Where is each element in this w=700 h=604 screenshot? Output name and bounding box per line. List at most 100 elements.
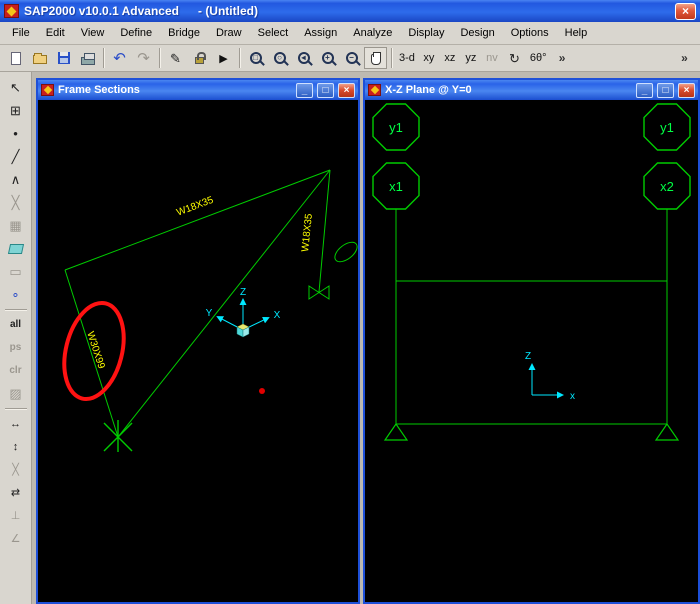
rubber-band-zoom-button[interactable]: □	[244, 47, 267, 69]
pan-button[interactable]	[364, 47, 387, 69]
view-xy-button[interactable]: xy	[419, 47, 439, 69]
lock-model-button[interactable]	[188, 47, 211, 69]
right-member-label: W18X35	[300, 213, 315, 253]
snap-vertical-button[interactable]: ↕	[4, 435, 28, 458]
zoom-window-icon: □	[249, 52, 262, 64]
zoom-previous-icon: ◂	[297, 52, 310, 64]
close-icon: ×	[343, 84, 350, 96]
assign-pattern-button[interactable]: ▨	[4, 382, 28, 405]
left-member-label: W30X99	[84, 330, 106, 370]
node-tag-ellipse	[334, 241, 358, 263]
toolbar-overflow-button-right[interactable]: »	[673, 47, 696, 69]
frame-sections-window[interactable]: Frame Sections _ □ × W18X35 W18X35 W30X9…	[36, 78, 360, 604]
save-button[interactable]	[52, 47, 75, 69]
view-3d-button[interactable]: 3-d	[396, 47, 418, 69]
open-file-button[interactable]	[28, 47, 51, 69]
xz-plane-window[interactable]: X-Z Plane @ Y=0 _ □ × y1 x1 y1 x2 Z x	[363, 78, 700, 604]
close-window-button[interactable]: ×	[678, 82, 695, 98]
previous-zoom-button[interactable]: ◂	[292, 47, 315, 69]
rubber-band-select-button[interactable]: ⊞	[4, 99, 28, 122]
close-window-button[interactable]: ×	[338, 82, 355, 98]
grid-lines	[395, 209, 668, 281]
view-xz-button[interactable]: xz	[440, 47, 460, 69]
menu-analyze[interactable]: Analyze	[345, 24, 400, 42]
maximize-button[interactable]: □	[317, 82, 334, 98]
perspective-button[interactable]: 6θ°	[527, 47, 550, 69]
menu-design[interactable]: Design	[452, 24, 502, 42]
previous-selection-button[interactable]: ps	[4, 336, 28, 359]
menu-file[interactable]: File	[4, 24, 38, 42]
redo-button[interactable]: ↷	[132, 47, 155, 69]
undo-button[interactable]: ↶	[108, 47, 131, 69]
select-window-icon: ⊞	[10, 102, 21, 118]
menu-display[interactable]: Display	[400, 24, 452, 42]
v-arrows-icon: ↕	[12, 440, 19, 453]
view-yz-button[interactable]: yz	[461, 47, 481, 69]
draw-rect-area-button[interactable]: ▭	[4, 260, 28, 283]
sap2000-application-window: SAP2000 v10.0.1 Advanced - (Untitled) × …	[0, 0, 700, 604]
clear-selection-button[interactable]: clr	[4, 359, 28, 382]
refresh-draw-button[interactable]: ✎	[164, 47, 187, 69]
minimize-button[interactable]: _	[636, 82, 653, 98]
frame-outline[interactable]	[395, 280, 668, 425]
pen-icon: ✎	[170, 50, 181, 66]
app-close-button[interactable]: ×	[675, 2, 696, 20]
side-toolbar: ↖ ⊞ • ╱ ∧ ╳ ▦ ▭ ∘ all ps clr ▨ ↔ ↕ ╳ ⇄ ⊥…	[0, 72, 32, 604]
grid-bubbles[interactable]	[372, 103, 691, 210]
quick-draw-frame-button[interactable]: ∧	[4, 168, 28, 191]
swap-arrows-icon: ⇄	[10, 487, 21, 499]
select-all-button[interactable]: all	[4, 313, 28, 336]
toolbar-separator	[239, 48, 240, 68]
menu-view[interactable]: View	[73, 24, 113, 42]
zoom-full-glyph: ○	[277, 53, 282, 62]
side-separator	[4, 408, 27, 409]
app-titlebar[interactable]: SAP2000 v10.0.1 Advanced - (Untitled) ×	[0, 0, 700, 22]
menu-options[interactable]: Options	[503, 24, 557, 42]
draw-area-button[interactable]: ▦	[4, 214, 28, 237]
menu-assign[interactable]: Assign	[296, 24, 345, 42]
snap-lines-button[interactable]: ⇄	[4, 481, 28, 504]
snap-horizontal-button[interactable]: ↔	[4, 412, 28, 435]
menu-define[interactable]: Define	[112, 24, 160, 42]
xz-plane-titlebar[interactable]: X-Z Plane @ Y=0 _ □ ×	[365, 80, 698, 100]
perpendicular-icon: ⊥	[10, 510, 21, 522]
draw-quad-area-button[interactable]	[4, 237, 28, 260]
frame-sections-titlebar[interactable]: Frame Sections _ □ ×	[38, 80, 358, 100]
chevron-right-icon: »	[681, 51, 688, 65]
draw-brace-button[interactable]: ╳	[4, 191, 28, 214]
snap-angle-button[interactable]: ∠	[4, 527, 28, 550]
run-analysis-button[interactable]: ▶	[212, 47, 235, 69]
restore-full-view-button[interactable]: ○	[268, 47, 291, 69]
zoom-out-button[interactable]: −	[340, 47, 363, 69]
xz-plane-canvas[interactable]: y1 x1 y1 x2 Z x	[365, 100, 698, 602]
draw-point-button[interactable]: ∘	[4, 283, 28, 306]
select-arrow-button[interactable]: ↖	[4, 76, 28, 99]
frame-sections-canvas[interactable]: W18X35 W18X35 W30X99 Z X Y	[38, 100, 358, 602]
grid-label-right-bottom: x2	[660, 179, 674, 194]
snap-perpendicular-button[interactable]: ⊥	[4, 504, 28, 527]
snap-intersections-button[interactable]: ╳	[4, 458, 28, 481]
child-window-icon	[368, 84, 381, 96]
zoom-in-button[interactable]: +	[316, 47, 339, 69]
maximize-button[interactable]: □	[657, 82, 674, 98]
print-button[interactable]	[76, 47, 99, 69]
toolbar-overflow-button[interactable]: »	[551, 47, 574, 69]
menu-help[interactable]: Help	[557, 24, 596, 42]
rotate-view-button[interactable]: ↻	[503, 47, 526, 69]
child-logo-glyph	[370, 85, 379, 95]
menu-edit[interactable]: Edit	[38, 24, 73, 42]
close-icon: ×	[683, 84, 690, 96]
section-labels: W18X35 W18X35 W30X99	[84, 195, 315, 371]
child-logo-glyph	[43, 85, 52, 95]
menu-draw[interactable]: Draw	[208, 24, 250, 42]
menu-bridge[interactable]: Bridge	[160, 24, 208, 42]
minimize-icon: _	[301, 84, 308, 96]
minimize-button[interactable]: _	[296, 82, 313, 98]
draw-frame-button[interactable]: ╱	[4, 145, 28, 168]
run-icon: ▶	[219, 52, 228, 65]
view-nv-button[interactable]: nv	[482, 47, 502, 69]
draw-joint-button[interactable]: •	[4, 122, 28, 145]
app-logo-glyph	[6, 6, 17, 16]
menu-select[interactable]: Select	[250, 24, 297, 42]
new-model-button[interactable]	[4, 47, 27, 69]
